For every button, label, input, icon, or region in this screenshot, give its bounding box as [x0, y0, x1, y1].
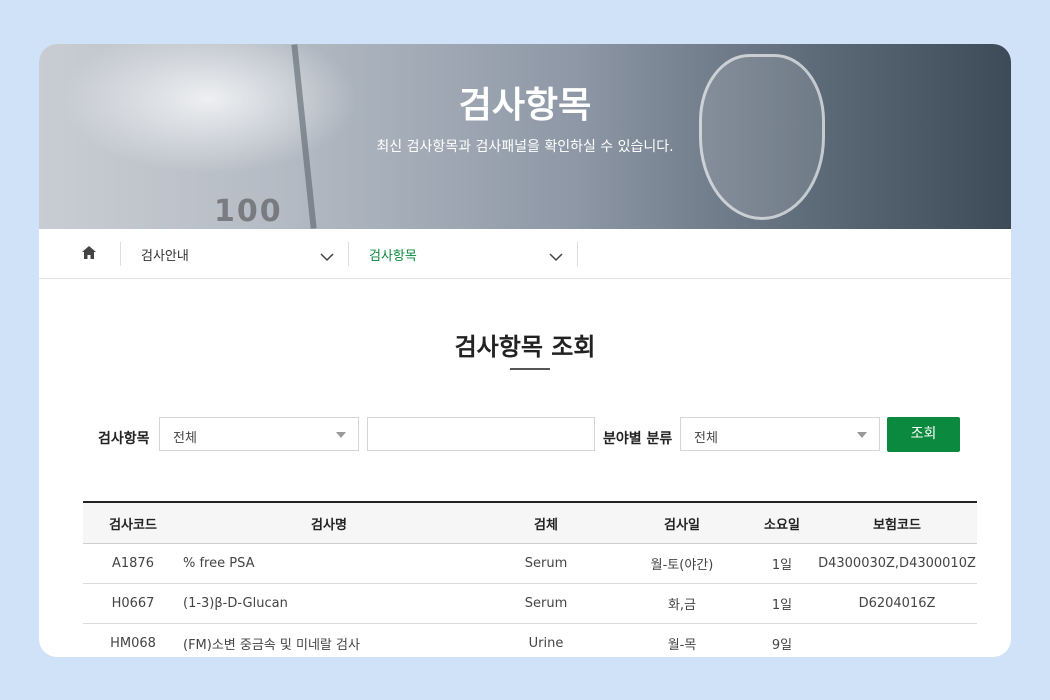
breadcrumb: 검사안내 검사항목: [39, 229, 1011, 279]
chevron-down-icon[interactable]: [549, 247, 563, 262]
col-header[interactable]: 검사코드: [83, 501, 183, 544]
chevron-down-icon[interactable]: [320, 247, 334, 262]
hero-beaker-scale: 100: [214, 194, 283, 229]
caret-down-icon: [857, 432, 867, 438]
col-header[interactable]: 검사일: [617, 501, 747, 544]
specimen: Serum: [475, 583, 617, 624]
breadcrumb-level2[interactable]: 검사항목: [369, 245, 417, 264]
test-day: 화,금: [617, 583, 747, 624]
hero-banner: 100 검사항목 최신 검사항목과 검사패널을 확인하실 수 있습니다.: [39, 44, 1011, 229]
insurance-code: [817, 623, 977, 657]
breadcrumb-divider: [120, 242, 121, 266]
category-label: 분야별 분류: [603, 431, 673, 447]
col-header[interactable]: 검체: [475, 501, 617, 544]
breadcrumb-level1[interactable]: 검사안내: [141, 245, 189, 264]
test-day: 월-목: [617, 623, 747, 657]
search-input[interactable]: [367, 417, 595, 451]
test-code: H0667: [83, 583, 183, 624]
caret-down-icon: [336, 432, 346, 438]
category-select[interactable]: 전체: [680, 417, 880, 451]
results-table: 검사코드 검사명 검체 검사일 소요일 보험코드 A1876 % free PS…: [83, 501, 977, 657]
page-subtitle: 최신 검사항목과 검사패널을 확인하실 수 있습니다.: [376, 139, 674, 155]
item-select-value: 전체: [173, 431, 197, 446]
category-select-value: 전체: [694, 431, 718, 446]
table-row[interactable]: H0667 (1-3)β-D-Glucan Serum 화,금 1일 D6204…: [83, 583, 977, 624]
breadcrumb-divider: [577, 242, 578, 266]
item-select[interactable]: 전체: [159, 417, 359, 451]
test-name[interactable]: % free PSA: [183, 543, 475, 584]
table-header-row: 검사코드 검사명 검체 검사일 소요일 보험코드: [83, 501, 977, 544]
test-name[interactable]: (1-3)β-D-Glucan: [183, 583, 475, 624]
test-code: A1876: [83, 543, 183, 584]
breadcrumb-divider: [348, 242, 349, 266]
section-title: 검사항목 조회: [454, 333, 596, 361]
insurance-code: D4300030Z,D4300010Z: [817, 543, 977, 584]
specimen: Urine: [475, 623, 617, 657]
content-card: 100 검사항목 최신 검사항목과 검사패널을 확인하실 수 있습니다. 검사안…: [39, 44, 1011, 657]
page-title: 검사항목: [458, 85, 592, 126]
turnaround: 1일: [747, 583, 817, 624]
table-row[interactable]: HM068 (FM)소변 중금속 및 미네랄 검사 Urine 월-목 9일: [83, 623, 977, 657]
title-underline: [510, 368, 550, 370]
table-row[interactable]: A1876 % free PSA Serum 월-토(야간) 1일 D43000…: [83, 543, 977, 584]
col-header[interactable]: 보험코드: [817, 501, 977, 544]
col-header[interactable]: 소요일: [747, 501, 817, 544]
search-button[interactable]: 조회: [887, 417, 960, 452]
home-icon[interactable]: [79, 243, 99, 263]
item-label: 검사항목: [98, 431, 150, 447]
test-day: 월-토(야간): [617, 543, 747, 584]
test-name[interactable]: (FM)소변 중금속 및 미네랄 검사: [183, 623, 475, 657]
insurance-code: D6204016Z: [817, 583, 977, 624]
turnaround: 9일: [747, 623, 817, 657]
test-code: HM068: [83, 623, 183, 657]
specimen: Serum: [475, 543, 617, 584]
turnaround: 1일: [747, 543, 817, 584]
col-header[interactable]: 검사명: [183, 501, 475, 544]
